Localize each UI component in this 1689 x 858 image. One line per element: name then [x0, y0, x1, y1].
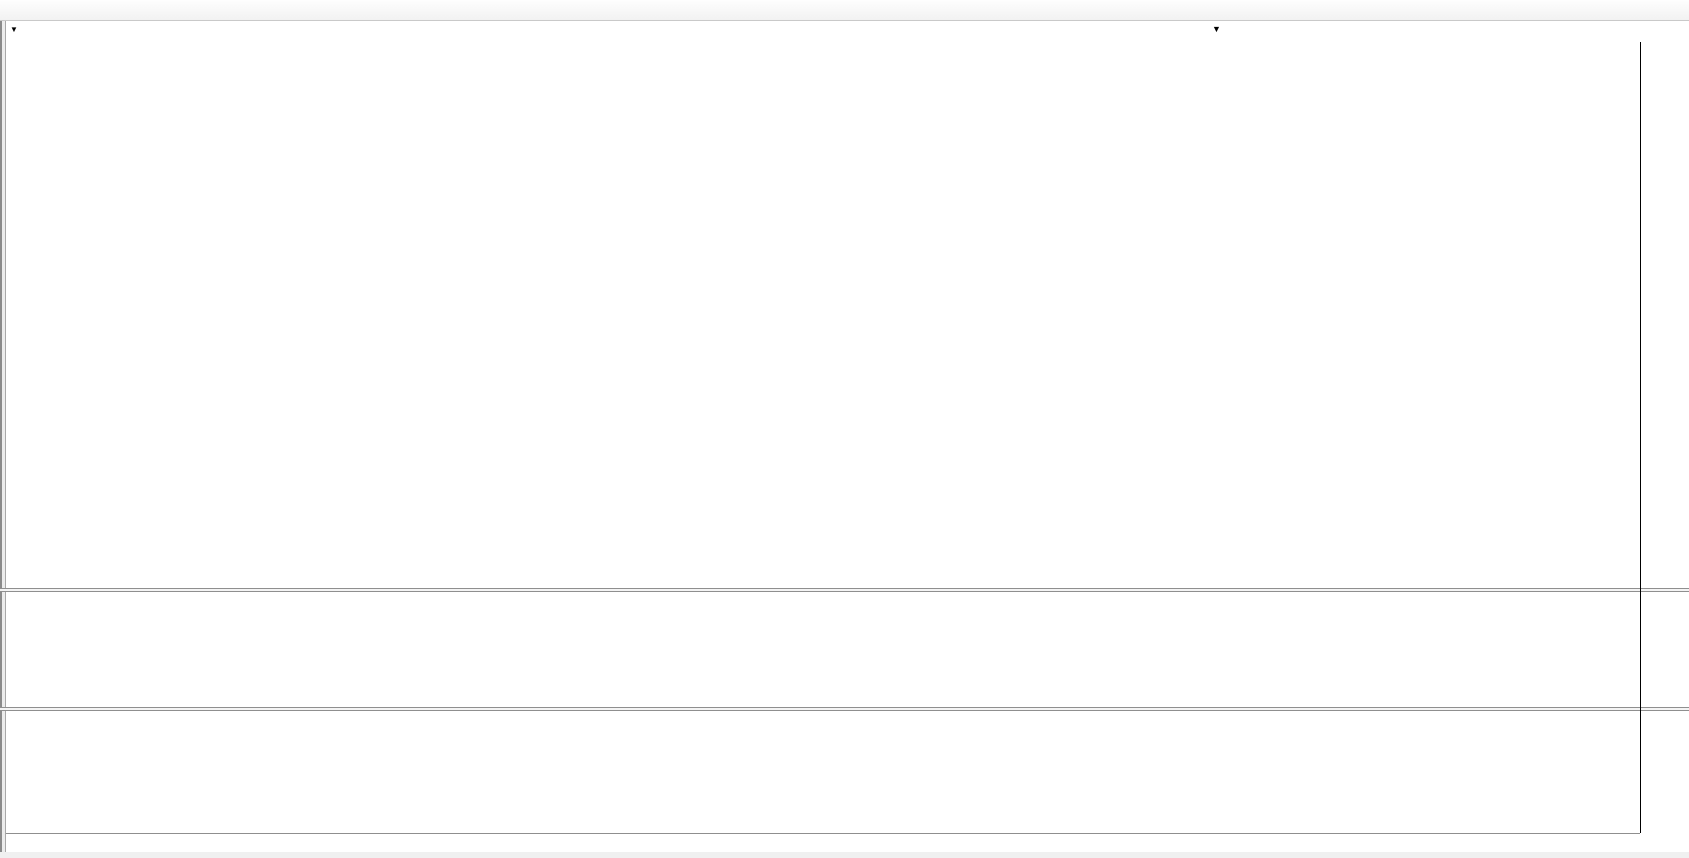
price-axis-line	[1640, 42, 1641, 833]
macd-indicator-label	[9, 594, 12, 606]
window-bottom-strip	[0, 852, 1689, 858]
mt4-application: ▼ ▼	[0, 0, 1689, 858]
chart-title: ▼	[10, 25, 30, 34]
chart-shift-marker-icon[interactable]: ▼	[1212, 24, 1221, 34]
rsi-indicator-label	[9, 713, 12, 725]
macd-canvas[interactable]	[6, 592, 1640, 707]
rsi-canvas[interactable]	[6, 711, 1640, 833]
main-toolbar	[0, 0, 1689, 21]
chevron-down-icon[interactable]: ▼	[10, 25, 18, 34]
main-chart-canvas[interactable]	[6, 42, 1640, 588]
chart-window: ▼ ▼	[0, 21, 1689, 858]
